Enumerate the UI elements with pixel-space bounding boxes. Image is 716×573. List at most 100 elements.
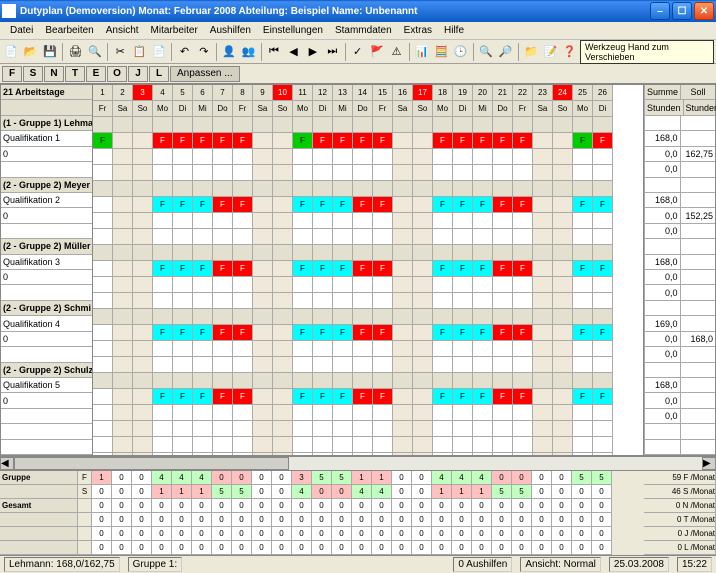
schedule-cell[interactable] (553, 133, 573, 149)
schedule-cell[interactable] (413, 197, 433, 213)
schedule-cell[interactable]: F (173, 325, 193, 341)
schedule-cell[interactable] (293, 405, 313, 421)
schedule-cell[interactable] (353, 229, 373, 245)
schedule-cell[interactable] (133, 213, 153, 229)
schedule-cell[interactable] (233, 357, 253, 373)
schedule-cell[interactable]: F (453, 325, 473, 341)
schedule-cell[interactable] (393, 213, 413, 229)
schedule-cell[interactable] (333, 149, 353, 165)
schedule-cell[interactable] (493, 421, 513, 437)
schedule-cell[interactable] (133, 197, 153, 213)
schedule-cell[interactable]: F (573, 197, 593, 213)
schedule-cell[interactable] (393, 133, 413, 149)
schedule-cell[interactable] (493, 405, 513, 421)
schedule-cell[interactable] (313, 341, 333, 357)
schedule-cell[interactable] (113, 277, 133, 293)
schedule-cell[interactable]: F (213, 389, 233, 405)
schedule-cell[interactable] (273, 421, 293, 437)
schedule-cell[interactable] (313, 213, 333, 229)
schedule-cell[interactable] (93, 165, 113, 181)
schedule-cell[interactable] (253, 165, 273, 181)
schedule-cell[interactable]: F (373, 389, 393, 405)
schedule-cell[interactable] (273, 325, 293, 341)
schedule-cell[interactable] (333, 357, 353, 373)
schedule-cell[interactable] (213, 213, 233, 229)
filter-t[interactable]: T (65, 66, 85, 82)
schedule-cell[interactable] (553, 405, 573, 421)
schedule-cell[interactable] (353, 165, 373, 181)
schedule-cell[interactable] (253, 133, 273, 149)
schedule-cell[interactable] (593, 341, 613, 357)
menu-ansicht[interactable]: Ansicht (100, 25, 145, 36)
schedule-cell[interactable] (153, 453, 173, 455)
schedule-cell[interactable] (573, 293, 593, 309)
schedule-cell[interactable] (553, 389, 573, 405)
schedule-cell[interactable] (133, 133, 153, 149)
schedule-cell[interactable] (273, 341, 293, 357)
schedule-cell[interactable] (193, 421, 213, 437)
schedule-cell[interactable]: F (493, 197, 513, 213)
schedule-cell[interactable] (293, 149, 313, 165)
copy-icon[interactable]: 📋 (130, 42, 148, 62)
schedule-cell[interactable] (373, 357, 393, 373)
schedule-cell[interactable] (393, 165, 413, 181)
schedule-cell[interactable] (213, 437, 233, 453)
schedule-cell[interactable] (93, 325, 113, 341)
close-button[interactable]: ✕ (694, 2, 714, 20)
schedule-cell[interactable]: F (593, 389, 613, 405)
schedule-cell[interactable] (213, 149, 233, 165)
schedule-cell[interactable] (253, 261, 273, 277)
schedule-cell[interactable] (513, 149, 533, 165)
schedule-cell[interactable] (413, 229, 433, 245)
schedule-cell[interactable] (93, 293, 113, 309)
schedule-cell[interactable] (573, 341, 593, 357)
schedule-cell[interactable] (233, 165, 253, 181)
schedule-cell[interactable] (553, 341, 573, 357)
schedule-cell[interactable] (133, 277, 153, 293)
schedule-cell[interactable] (353, 437, 373, 453)
schedule-cell[interactable]: F (213, 261, 233, 277)
schedule-cell[interactable] (453, 229, 473, 245)
schedule-cell[interactable] (193, 149, 213, 165)
schedule-cell[interactable] (353, 453, 373, 455)
filter-anpassen[interactable]: Anpassen ... (170, 66, 240, 82)
schedule-cell[interactable] (393, 229, 413, 245)
schedule-cell[interactable] (333, 341, 353, 357)
schedule-cell[interactable] (93, 213, 113, 229)
filter-e[interactable]: E (86, 66, 106, 82)
schedule-cell[interactable] (413, 325, 433, 341)
filter-n[interactable]: N (44, 66, 64, 82)
schedule-cell[interactable]: F (593, 133, 613, 149)
schedule-cell[interactable] (193, 341, 213, 357)
zoom-out-icon[interactable]: 🔎 (496, 42, 514, 62)
schedule-cell[interactable]: F (233, 261, 253, 277)
nav-prev-icon[interactable]: ◀ (284, 42, 302, 62)
schedule-cell[interactable] (113, 405, 133, 421)
schedule-cell[interactable] (313, 229, 333, 245)
calc-icon[interactable]: 🧮 (432, 42, 450, 62)
schedule-cell[interactable] (213, 277, 233, 293)
nav-last-icon[interactable]: ⏭ (323, 42, 341, 62)
nav-next-icon[interactable]: ▶ (304, 42, 322, 62)
schedule-cell[interactable]: F (233, 197, 253, 213)
schedule-cell[interactable]: F (333, 133, 353, 149)
schedule-cell[interactable] (153, 421, 173, 437)
schedule-cell[interactable]: F (293, 261, 313, 277)
menu-hilfe[interactable]: Hilfe (438, 25, 470, 36)
schedule-cell[interactable] (93, 453, 113, 455)
schedule-cell[interactable] (493, 293, 513, 309)
schedule-cell[interactable] (513, 357, 533, 373)
schedule-cell[interactable] (573, 165, 593, 181)
schedule-cell[interactable]: F (173, 261, 193, 277)
schedule-cell[interactable]: F (293, 197, 313, 213)
schedule-cell[interactable] (273, 437, 293, 453)
schedule-cell[interactable] (253, 197, 273, 213)
schedule-cell[interactable] (233, 277, 253, 293)
schedule-cell[interactable] (413, 213, 433, 229)
schedule-cell[interactable] (93, 261, 113, 277)
schedule-cell[interactable] (213, 293, 233, 309)
schedule-cell[interactable] (413, 421, 433, 437)
schedule-cell[interactable] (313, 165, 333, 181)
schedule-cell[interactable] (533, 213, 553, 229)
schedule-cell[interactable] (93, 357, 113, 373)
